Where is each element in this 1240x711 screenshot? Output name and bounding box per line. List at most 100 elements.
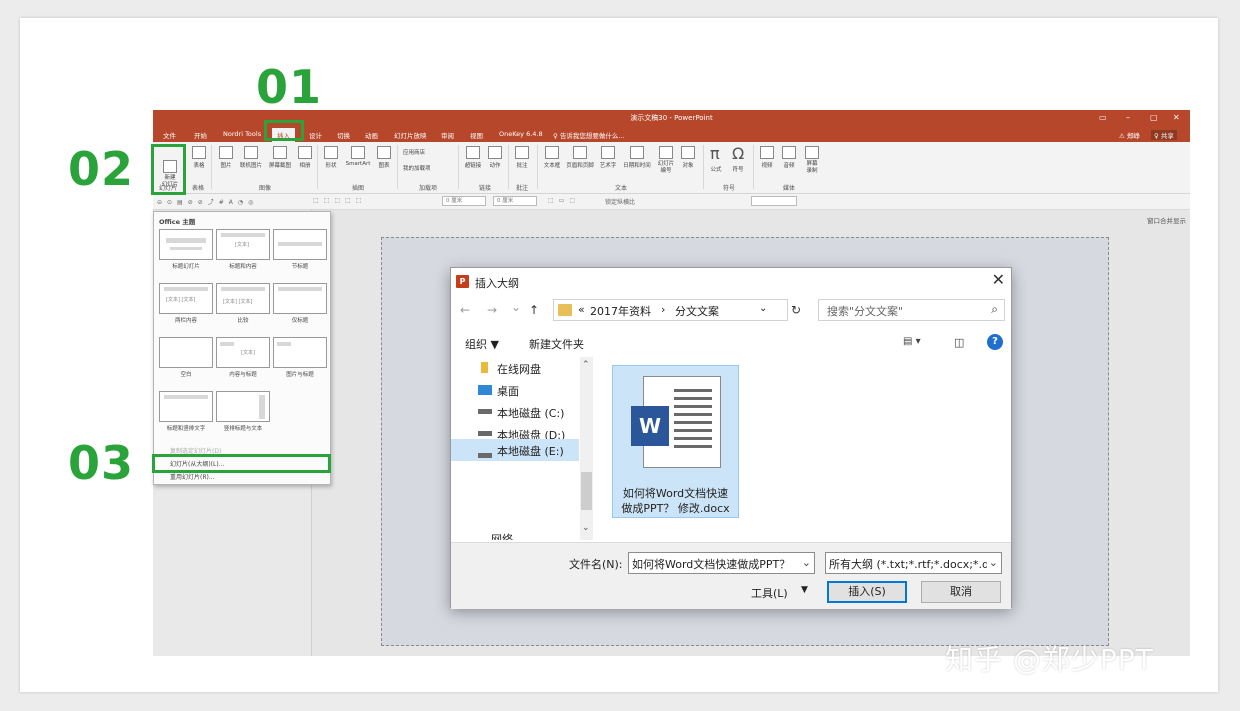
breadcrumb-folder[interactable]: 2017年资料 [590,303,651,319]
window-combine-button[interactable]: 窗口合并显示 [1147,215,1186,225]
organize-button[interactable]: 组织 ▼ [465,336,499,352]
textbox-button[interactable]: 文本框 [541,146,563,169]
my-addins-button[interactable]: 我的加载项 [403,164,431,172]
filename-input[interactable]: 如何将Word文档快速做成PPT？ ⌄ [628,552,815,574]
breadcrumb-overflow[interactable]: « [578,303,585,316]
screen-record-button[interactable]: 屏幕 录制 [802,146,822,175]
wordart-button[interactable]: 艺术字 [597,146,619,169]
nav-online-drive[interactable]: 在线网盘 [497,361,541,377]
dialog-close-icon[interactable]: ✕ [992,270,1005,289]
equation-button[interactable]: 公式 [707,165,725,173]
recent-locations-chevron-icon[interactable]: ⌄ [511,300,521,314]
layout-comparison[interactable]: [文本] [文本] [216,283,270,314]
layout-vertical-title-text[interactable] [216,391,270,422]
sign-in-label[interactable]: ⚠ 郑峥 [1119,130,1140,140]
tab-animations[interactable]: 动画 [365,130,378,140]
action-button[interactable]: 动作 [486,146,504,169]
group-separator [397,145,398,189]
width-input[interactable]: 0 厘米 [442,196,486,206]
layout-title-slide[interactable] [159,229,213,260]
search-input[interactable]: 搜索"分文文案" ⌕ [818,299,1005,321]
tab-design[interactable]: 设计 [309,130,322,140]
forward-arrow-icon[interactable]: → [487,303,497,317]
picture-icon [219,146,233,159]
online-picture-button[interactable]: 联机图片 [238,146,264,169]
layout-blank[interactable] [159,337,213,368]
navigation-pane: 在线网盘 桌面 本地磁盘 (C:) 本地磁盘 (D:) 本地磁盘 (E:) 网络 [451,357,596,540]
breadcrumb-current[interactable]: 分文文案 [675,303,719,319]
symbol-button[interactable]: 符号 [729,165,747,173]
screenshot-button[interactable]: 屏幕截图 [266,146,294,169]
ribbon-display-icon[interactable]: ▭ [1099,113,1107,122]
cancel-button[interactable]: 取消 [921,581,1001,603]
preview-pane-icon[interactable]: ◫ [954,336,964,349]
window-title: 演示文稿30 - PowerPoint [630,114,713,122]
store-button[interactable]: 应用商店 [403,148,425,156]
scroll-down-icon[interactable]: ⌄ [582,523,590,533]
scrollbar-thumb[interactable] [581,472,592,510]
datetime-button[interactable]: 日期和时间 [621,146,653,169]
layout-title-only[interactable] [273,283,327,314]
tab-nordri-tools[interactable]: Nordri Tools [223,130,261,138]
nav-desktop[interactable]: 桌面 [497,383,519,399]
tab-file[interactable]: 文件 [163,130,176,140]
table-button[interactable]: 表格 [189,146,209,169]
photo-album-button[interactable]: 相册 [296,146,314,169]
hyperlink-button[interactable]: 超链接 [462,146,484,169]
reuse-slides-item[interactable]: 重用幻灯片(R)... [170,472,215,481]
video-button[interactable]: 视频 [758,146,776,169]
share-button[interactable]: ♀ 共享 [1151,130,1177,140]
font-size-input[interactable] [751,196,797,206]
address-bar[interactable]: « 2017年资料 › 分文文案 ⌄ [553,299,788,321]
object-button[interactable]: 对象 [679,146,697,169]
refresh-icon[interactable]: ↻ [791,303,801,317]
help-icon[interactable]: ? [987,334,1003,350]
tools-menu[interactable]: 工具(L) [751,585,788,601]
file-name-line2: 做成PPT？ 修改.docx [621,502,730,515]
group-label-tables: 表格 [192,185,205,192]
close-icon[interactable]: ✕ [1173,113,1180,122]
file-item[interactable]: W 如何将Word文档快速 做成PPT？ 修改.docx [612,365,739,518]
comment-button[interactable]: 批注 [513,146,531,169]
chart-label: 图表 [378,163,390,169]
shapes-button[interactable]: 形状 [321,146,341,169]
tab-transitions[interactable]: 切换 [337,130,350,140]
tab-home[interactable]: 开始 [194,130,207,140]
nav-scrollbar[interactable]: ⌃ ⌄ [580,357,593,540]
layout-section-header[interactable] [273,229,327,260]
minimize-icon[interactable]: – [1126,113,1130,122]
lock-aspect-checkbox[interactable]: 锁定纵横比 [605,197,635,206]
scroll-up-icon[interactable]: ⌃ [582,360,590,370]
picture-button[interactable]: 图片 [216,146,236,169]
back-arrow-icon[interactable]: ← [460,303,470,317]
view-options-icon[interactable]: ▤ ▾ [903,336,921,347]
tab-slideshow[interactable]: 幻灯片放映 [394,130,427,140]
layout-title-vertical-text[interactable] [159,391,213,422]
filetype-select[interactable]: 所有大纲 (*.txt;*.rtf;*.docx;*.dc ⌄ [825,552,1002,574]
height-input[interactable]: 0 厘米 [493,196,537,206]
maximize-icon[interactable]: ▢ [1150,113,1158,122]
insert-button[interactable]: 插入(S) [827,581,907,603]
slide-number-button[interactable]: 幻灯片 编号 [655,146,677,175]
calendar-icon [630,146,644,159]
header-footer-button[interactable]: 页眉和页脚 [565,146,595,169]
new-folder-button[interactable]: 新建文件夹 [529,336,584,352]
layout-picture-caption[interactable] [273,337,327,368]
smartart-button[interactable]: SmartArt [343,146,373,167]
up-arrow-icon[interactable]: ↑ [529,303,539,317]
nav-drive-c[interactable]: 本地磁盘 (C:) [497,405,564,421]
tab-view[interactable]: 视图 [470,130,483,140]
layout-title-content[interactable]: [文本] [216,229,270,260]
chart-button[interactable]: 图表 [375,146,393,169]
nav-network[interactable]: 网络 [491,532,513,540]
nav-drive-e[interactable]: 本地磁盘 (E:) [451,439,579,461]
tab-review[interactable]: 审阅 [441,130,454,140]
layout-content-caption[interactable]: [文本] [216,337,270,368]
audio-button[interactable]: 音频 [780,146,798,169]
tab-onekey[interactable]: OneKey 6.4.8 [499,130,543,138]
layout-two-content[interactable]: [文本] [文本] [159,283,213,314]
chevron-down-icon[interactable]: ⌄ [759,303,767,314]
tools-dropdown-icon[interactable]: ▼ [801,585,808,595]
tell-me-search[interactable]: ♀ 告诉我您想要做什么... [553,130,625,140]
layout-inner-text: [文本] [文本] [166,297,196,303]
